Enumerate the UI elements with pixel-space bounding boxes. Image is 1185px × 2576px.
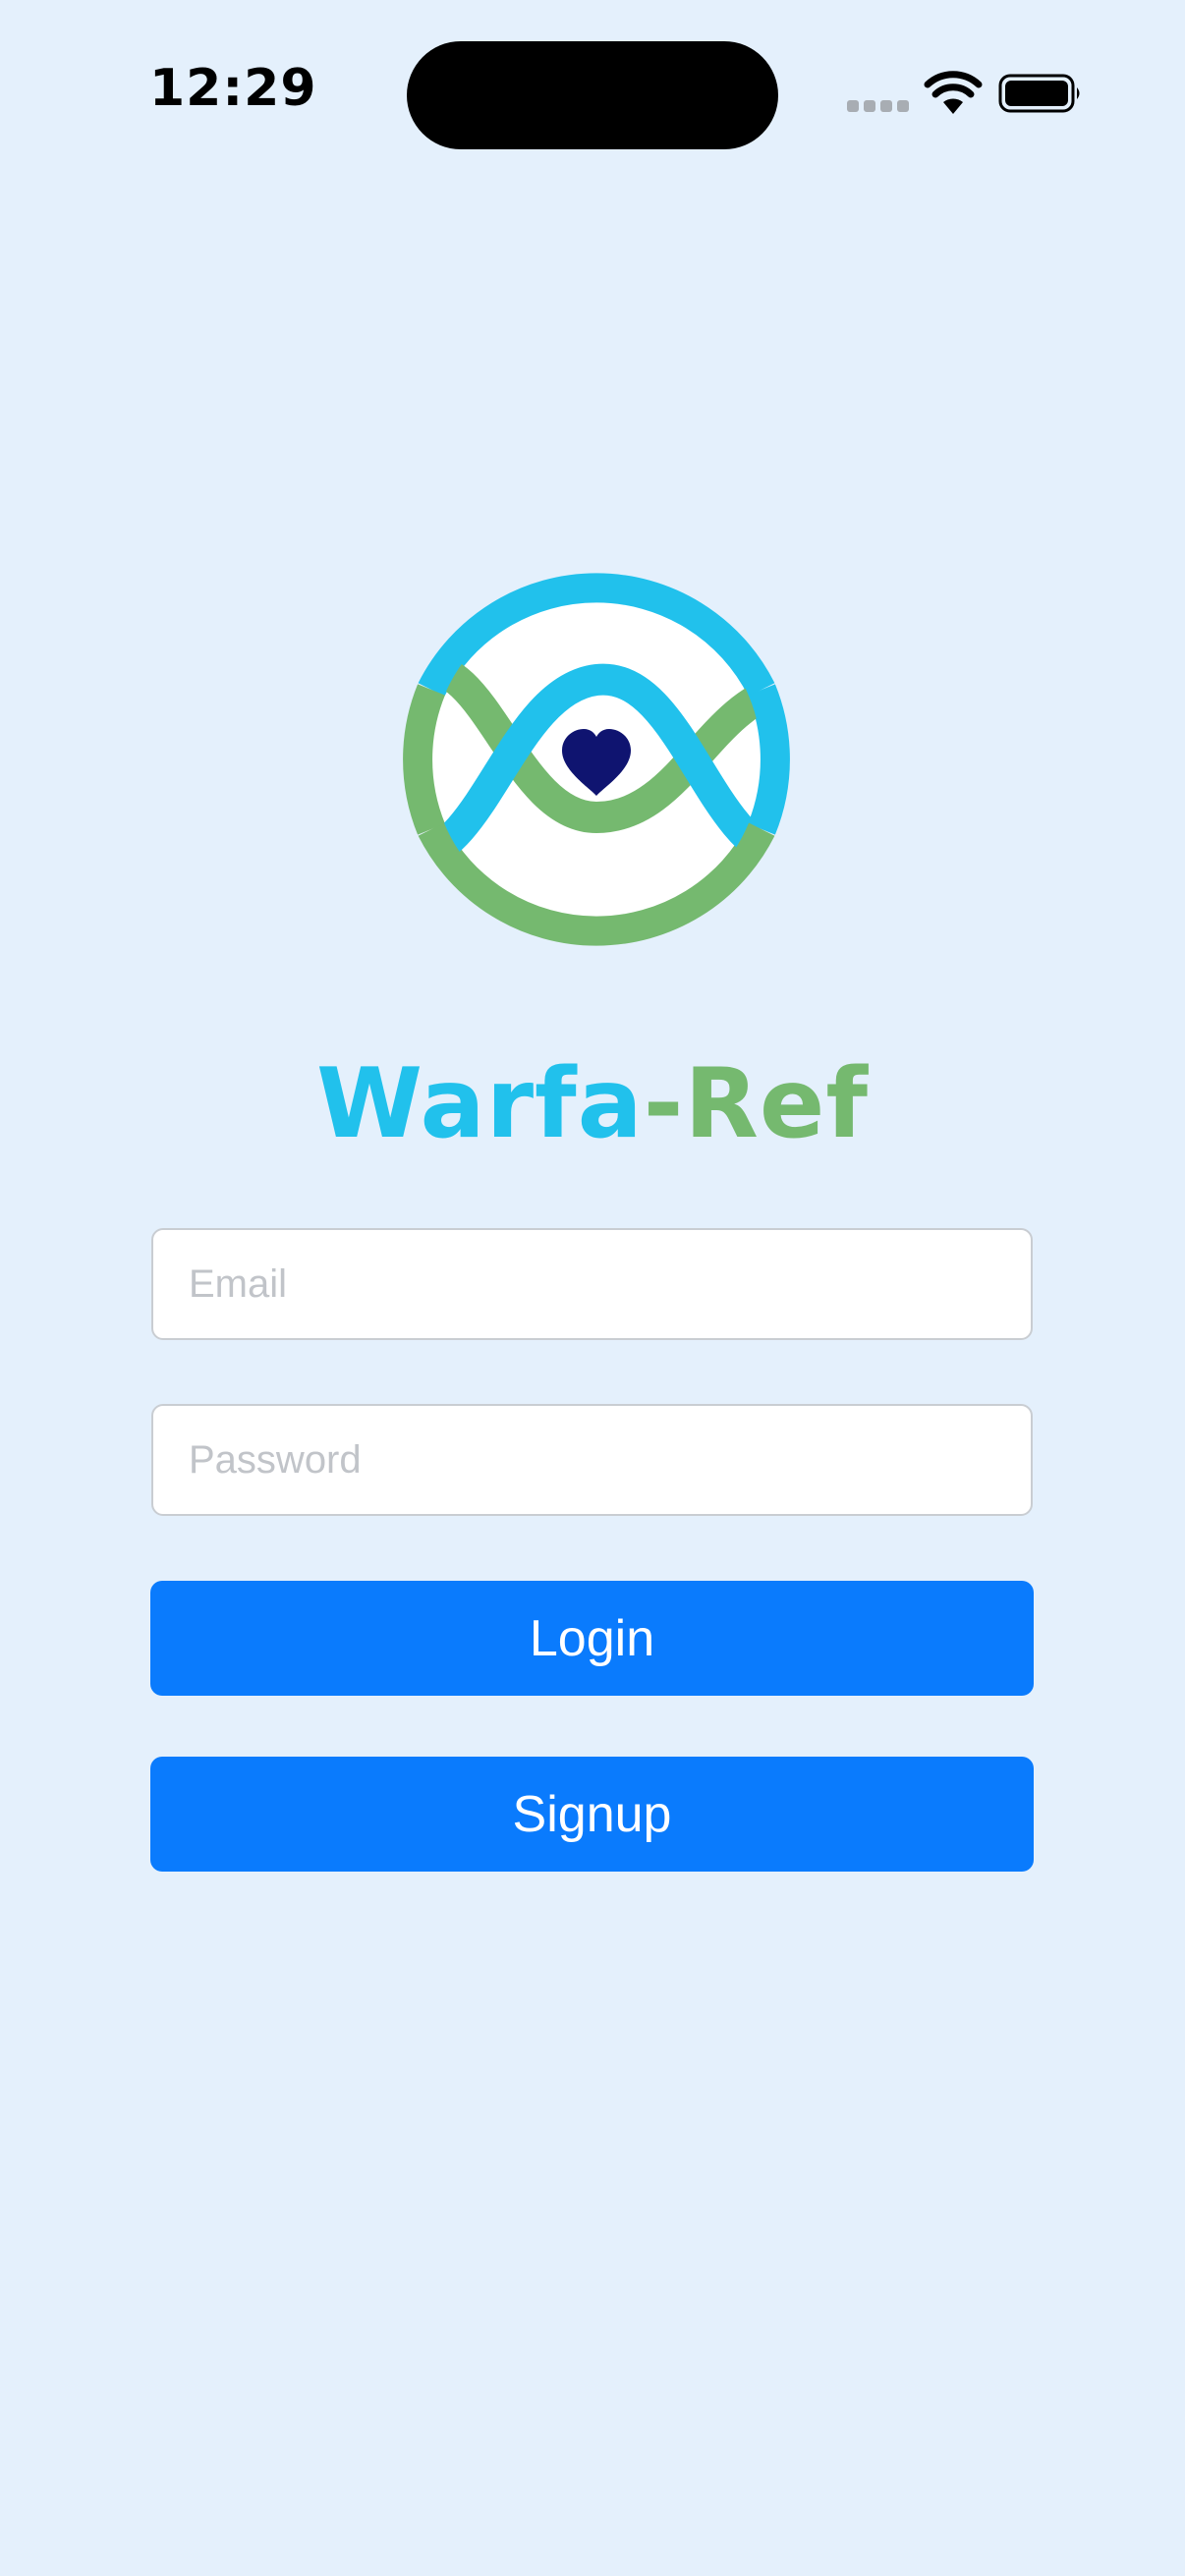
status-time: 12:29	[149, 59, 317, 118]
signup-button[interactable]: Signup	[150, 1757, 1034, 1872]
status-bar: 12:29	[0, 0, 1185, 187]
wifi-icon	[924, 71, 983, 114]
battery-icon	[998, 74, 1080, 113]
cellular-signal-icon	[847, 100, 910, 112]
login-button[interactable]: Login	[150, 1581, 1034, 1696]
password-field[interactable]	[151, 1404, 1033, 1516]
brand-title-part1: Warfa	[315, 1048, 644, 1160]
email-field[interactable]	[151, 1228, 1033, 1340]
brand-title-part2: -Ref	[643, 1048, 870, 1160]
brand-title: Warfa-Ref	[0, 1045, 1185, 1163]
dynamic-island	[407, 41, 778, 149]
warfa-ref-logo	[403, 573, 790, 946]
